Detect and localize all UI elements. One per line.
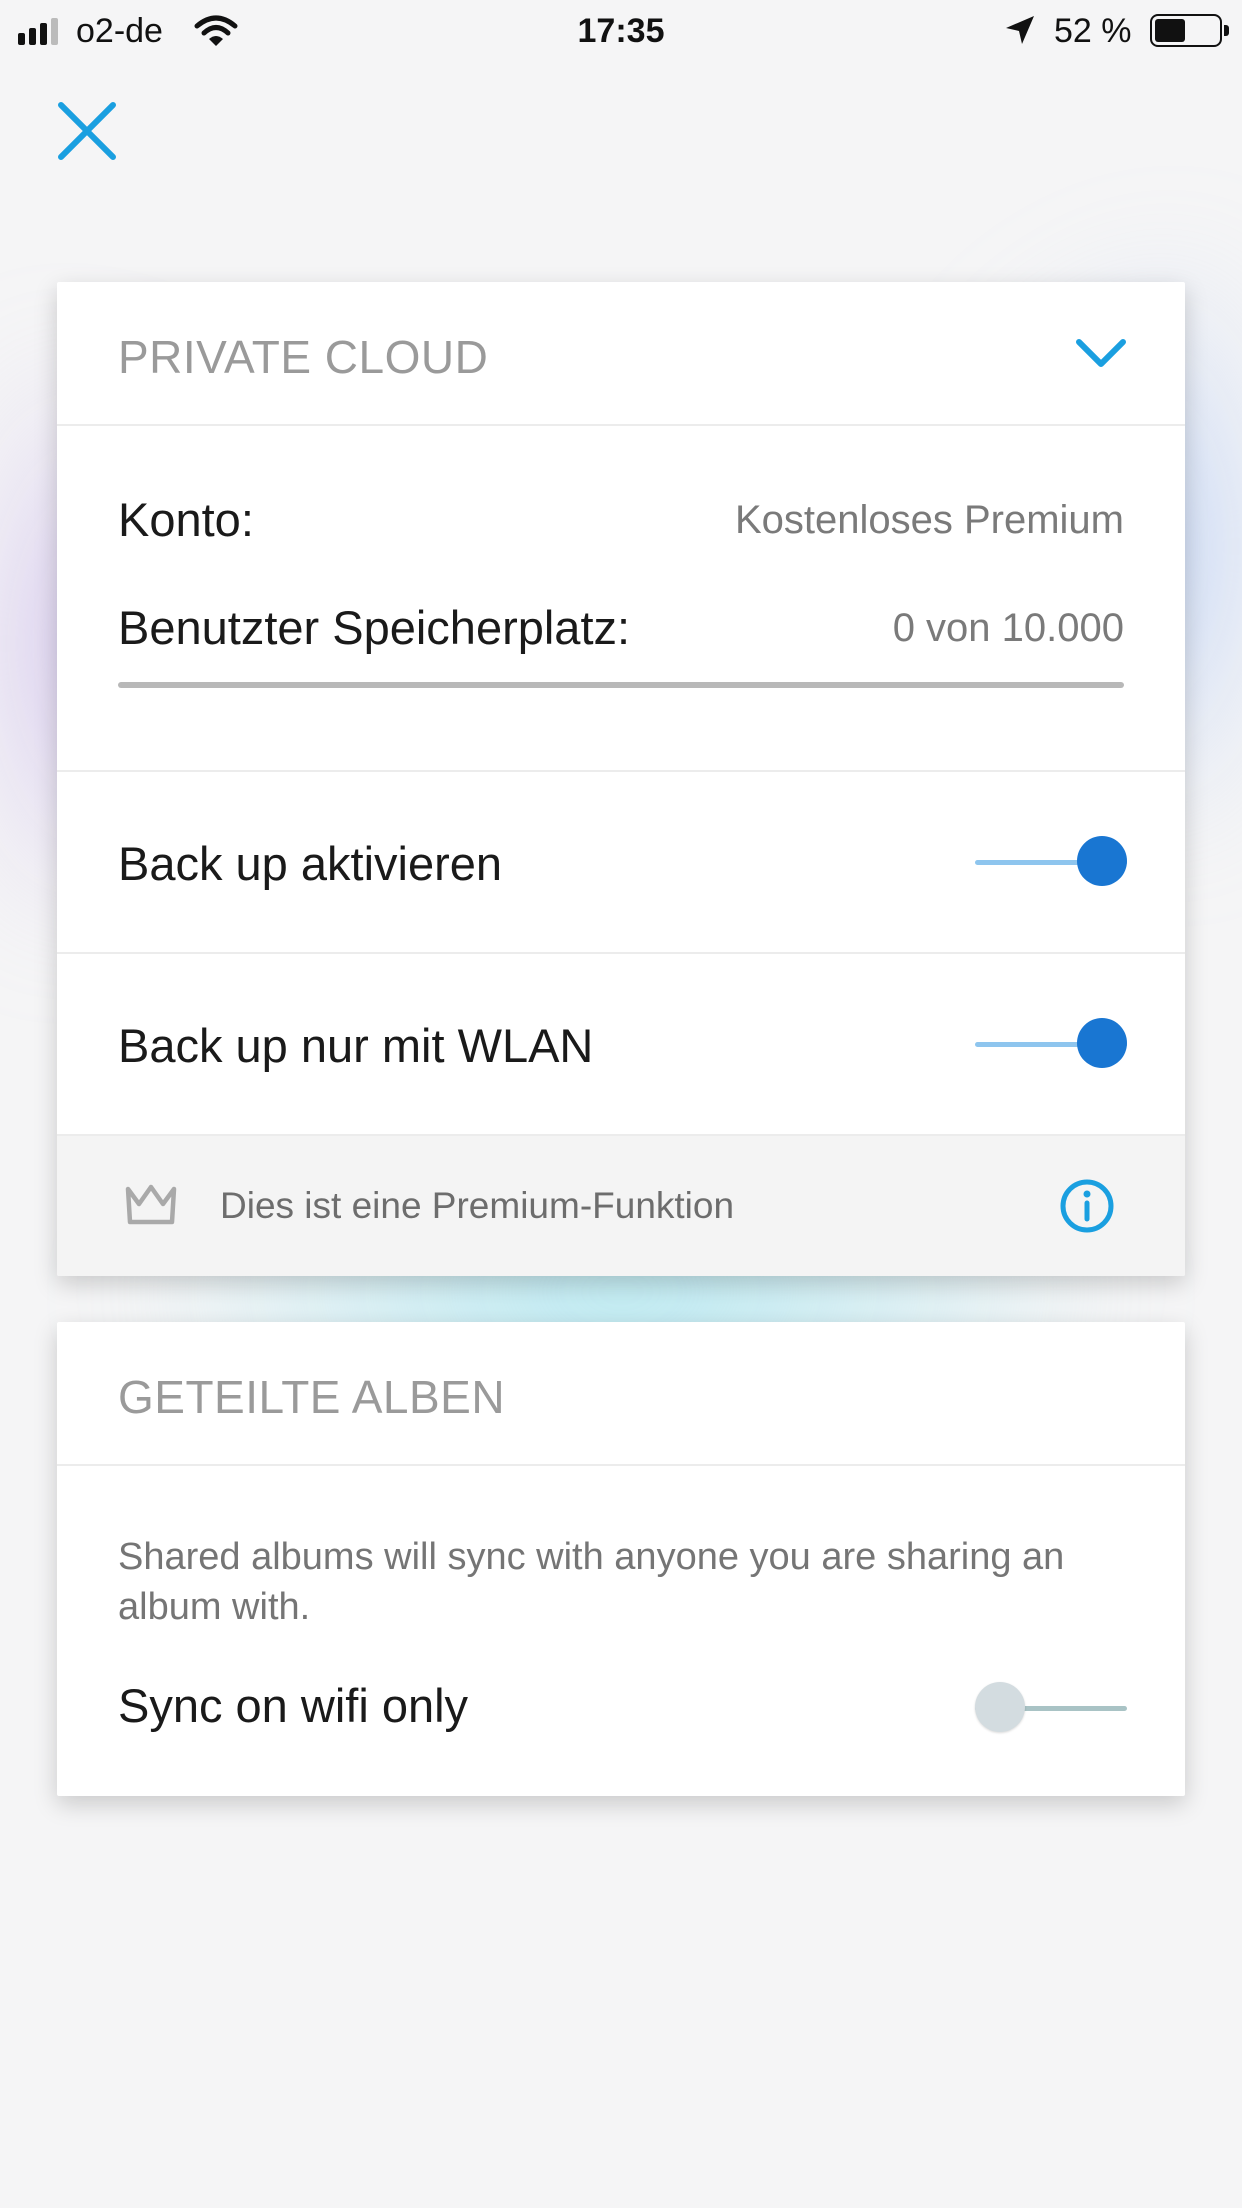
private-cloud-header[interactable]: PRIVATE CLOUD — [57, 282, 1185, 426]
backup-label: Back up aktivieren — [118, 837, 503, 890]
account-info: Konto: Kostenloses Premium Benutzter Spe… — [57, 426, 1185, 772]
battery-icon — [1150, 14, 1229, 47]
backup-row: Back up aktivieren — [57, 772, 1185, 954]
sync-wifi-toggle[interactable] — [975, 1682, 1127, 1736]
chevron-down-icon[interactable] — [1075, 332, 1127, 372]
storage-progress-bar — [118, 682, 1124, 688]
shared-albums-header: GETEILTE ALBEN — [57, 1322, 1185, 1466]
storage-label: Benutzter Speicherplatz: — [118, 601, 631, 654]
account-label: Konto: — [118, 493, 254, 546]
private-cloud-card: PRIVATE CLOUD Konto: Kostenloses Premium… — [57, 282, 1185, 1276]
premium-notice: Dies ist eine Premium-Funktion — [57, 1136, 1185, 1276]
info-icon[interactable] — [1059, 1178, 1115, 1234]
section-title: PRIVATE CLOUD — [118, 331, 489, 383]
wlan-row: Back up nur mit WLAN — [57, 954, 1185, 1136]
sync-wifi-label: Sync on wifi only — [118, 1679, 469, 1732]
backup-toggle[interactable] — [975, 836, 1127, 890]
location-arrow-icon — [1006, 16, 1034, 44]
storage-value: 0 von 10.000 — [892, 606, 1124, 650]
shared-albums-description: Shared albums will sync with anyone you … — [118, 1536, 1065, 1628]
status-bar: o2-de 17:35 52 % — [0, 0, 1242, 60]
section-title: GETEILTE ALBEN — [118, 1371, 506, 1423]
close-button[interactable] — [52, 96, 122, 166]
battery-percent: 52 % — [1054, 12, 1132, 50]
shared-albums-card: GETEILTE ALBEN Shared albums will sync w… — [57, 1322, 1185, 1796]
account-value: Kostenloses Premium — [734, 498, 1124, 542]
wlan-only-toggle[interactable] — [975, 1018, 1127, 1072]
wlan-label: Back up nur mit WLAN — [118, 1019, 594, 1072]
settings-screen: o2-de 17:35 52 % PRIVATE CLOUD Konto: Ko… — [0, 0, 1242, 2208]
crown-icon — [125, 1184, 177, 1225]
premium-text: Dies ist eine Premium-Funktion — [220, 1185, 735, 1226]
close-icon — [58, 102, 116, 160]
